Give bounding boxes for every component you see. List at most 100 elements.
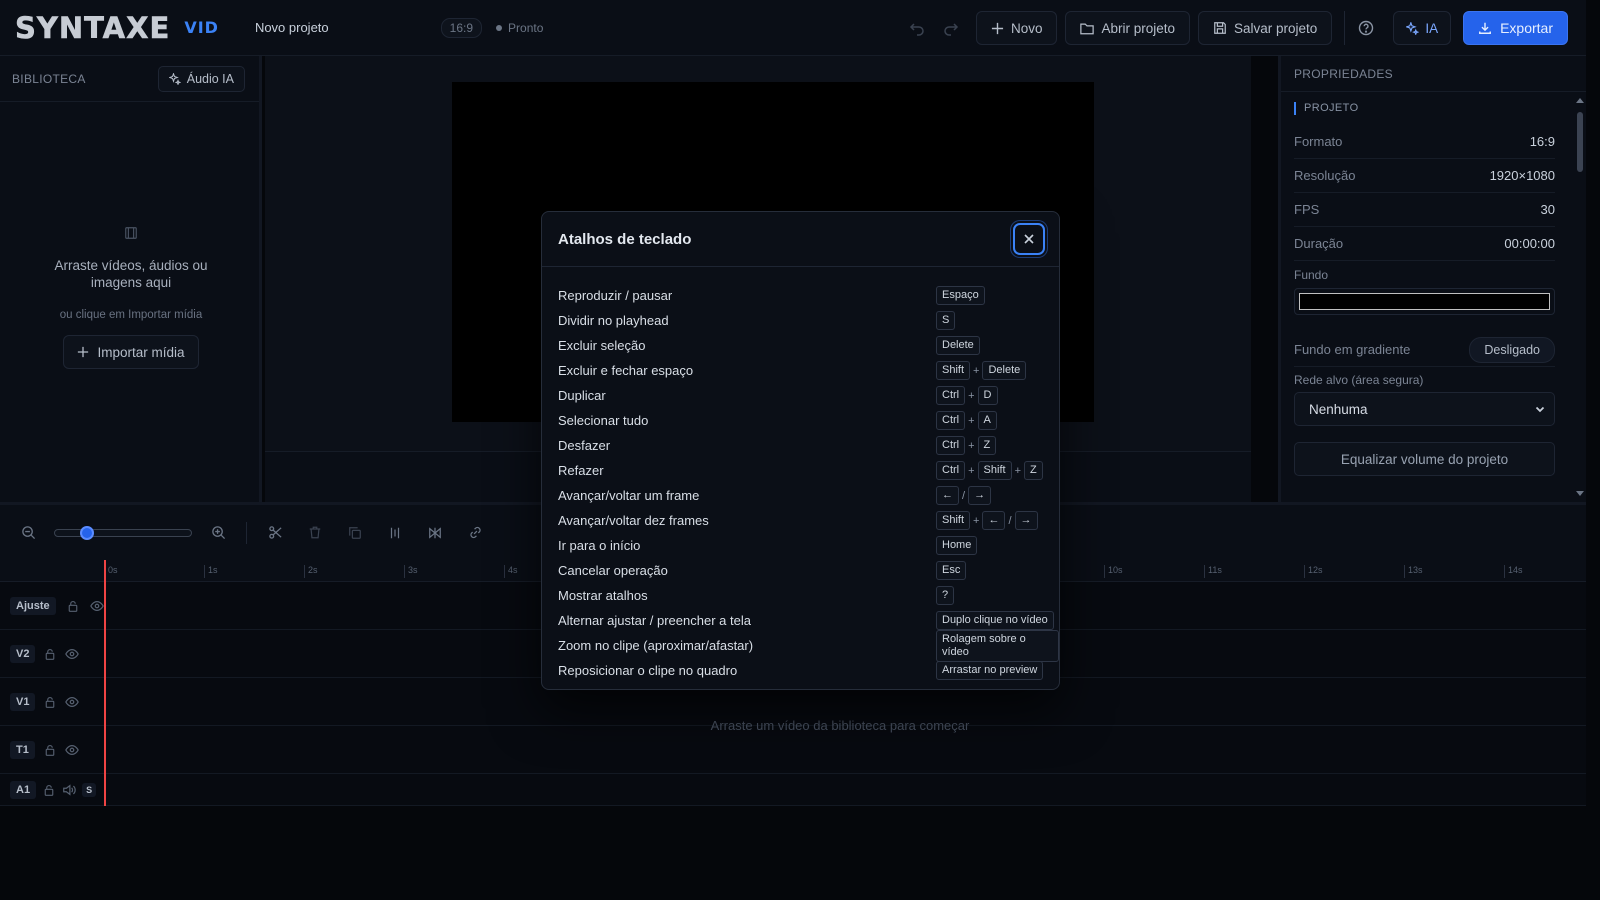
shortcut-keys: Shift + Delete	[936, 358, 1027, 383]
key-cap: →	[968, 486, 992, 505]
key-separator: +	[1014, 464, 1021, 477]
scroll-up-icon[interactable]	[1574, 96, 1586, 104]
project-name[interactable]: Novo projeto	[255, 20, 329, 35]
properties-scrollbar[interactable]	[1574, 96, 1586, 500]
eye-icon[interactable]	[89, 599, 104, 613]
speaker-icon[interactable]	[62, 783, 76, 797]
key-cap: Delete	[936, 336, 980, 355]
zoom-slider[interactable]	[54, 525, 192, 540]
app-window: SYNTAXE VID Novo projeto 16:9 Pronto Nov…	[0, 0, 1600, 900]
key-cap: Home	[936, 536, 978, 555]
lock-icon[interactable]	[43, 647, 57, 661]
shortcut-label: Reposicionar o clipe no quadro	[558, 663, 738, 678]
duplicate-button[interactable]	[335, 513, 375, 553]
shortcut-row: Avançar/voltar dez frames Shift + ← / →	[558, 508, 1059, 533]
shortcut-label: Avançar/voltar dez frames	[558, 513, 709, 528]
ruler-tick: 3s	[404, 565, 418, 578]
audio-ai-button[interactable]: Áudio IA	[157, 65, 245, 92]
cut-button[interactable]	[255, 513, 295, 553]
delete-button[interactable]	[295, 513, 335, 553]
help-icon	[1359, 20, 1374, 36]
shortcut-keys: Ctrl + D	[936, 383, 998, 408]
new-project-button[interactable]: Novo	[975, 11, 1058, 45]
lock-icon[interactable]	[66, 599, 80, 613]
media-drop-zone[interactable]: Arraste vídeos, áudios ou imagens aqui o…	[0, 226, 262, 369]
plus-icon	[991, 22, 1004, 34]
split-icon	[390, 527, 400, 538]
open-project-button[interactable]: Abrir projeto	[1065, 11, 1191, 45]
track-header: Ajuste	[0, 582, 104, 629]
properties-title: PROPRIEDADES	[1281, 56, 1586, 92]
undo-button[interactable]	[900, 11, 934, 45]
shortcut-label: Duplicar	[558, 388, 606, 403]
save-project-button[interactable]: Salvar projeto	[1198, 11, 1333, 45]
gradient-row: Fundo em gradiente Desligado	[1294, 333, 1555, 367]
eye-icon[interactable]	[65, 647, 80, 661]
shortcuts-dialog: Atalhos de teclado Reproduzir / pausar Es…	[541, 211, 1060, 690]
key-cap: Shift	[936, 361, 971, 380]
zoom-out-button[interactable]	[8, 513, 48, 553]
chevron-down-icon	[1535, 406, 1545, 413]
scrollbar-thumb[interactable]	[1577, 112, 1583, 172]
split-button[interactable]	[375, 513, 415, 553]
lock-icon[interactable]	[42, 783, 56, 797]
key-separator: +	[973, 364, 980, 377]
equalize-volume-button[interactable]: Equalizar volume do projeto	[1294, 442, 1555, 476]
help-button[interactable]	[1349, 11, 1383, 45]
shortcut-row: Reproduzir / pausar Espaço	[558, 283, 1059, 308]
shortcut-keys: Delete	[936, 333, 980, 358]
lock-icon[interactable]	[43, 695, 57, 709]
zoom-slider-thumb[interactable]	[80, 525, 94, 540]
close-button[interactable]	[1013, 223, 1045, 255]
playhead[interactable]	[104, 560, 106, 806]
key-cap: Z	[1024, 461, 1043, 480]
key-cap: →	[1014, 511, 1038, 530]
eye-icon[interactable]	[65, 695, 80, 709]
import-label: Importar mídia	[97, 344, 185, 360]
shortcut-label: Dividir no playhead	[558, 313, 669, 328]
timeline-track[interactable]: A1 S	[0, 774, 1586, 806]
link-button[interactable]	[455, 513, 495, 553]
shortcut-keys: Esc	[936, 558, 967, 583]
new-label: Novo	[1010, 20, 1043, 36]
shortcut-row: Dividir no playhead S	[558, 308, 1059, 333]
ruler-tick: 2s	[304, 565, 318, 578]
background-color-picker[interactable]	[1294, 288, 1555, 315]
property-row: FPS 30	[1294, 193, 1555, 227]
track-header: V2	[0, 630, 104, 677]
export-button[interactable]: Exportar	[1463, 11, 1568, 45]
app-logo: SYNTAXE	[15, 10, 171, 45]
track-header: A1 S	[0, 774, 104, 805]
property-value: 16:9	[1529, 134, 1555, 149]
ruler-tick: 1s	[204, 565, 218, 578]
trim-button[interactable]	[415, 513, 455, 553]
solo-toggle[interactable]: S	[82, 782, 97, 797]
shortcut-row: Avançar/voltar um frame ← / →	[558, 483, 1059, 508]
film-icon	[125, 227, 137, 239]
key-cap: Ctrl	[936, 461, 966, 480]
link-icon	[469, 526, 481, 539]
scroll-down-icon[interactable]	[1574, 490, 1586, 498]
eye-icon[interactable]	[65, 743, 79, 757]
shortcut-keys: ← / →	[936, 483, 992, 508]
key-separator: /	[962, 489, 966, 502]
lock-icon[interactable]	[43, 743, 57, 757]
ruler-tick: 11s	[1204, 565, 1222, 578]
track-name: V2	[10, 644, 36, 663]
key-cap: A	[977, 411, 997, 430]
status-dot	[496, 24, 503, 31]
shortcut-label: Cancelar operação	[558, 563, 668, 578]
timeline-track[interactable]: T1	[0, 726, 1586, 774]
toolbar-divider	[246, 521, 247, 544]
safe-area-select[interactable]: Nenhuma	[1294, 392, 1555, 426]
ai-button[interactable]: IA	[1393, 11, 1452, 45]
shortcut-keys: Shift + ← / →	[936, 508, 1038, 533]
shortcut-row: Refazer Ctrl + Shift + Z	[558, 458, 1059, 483]
ruler-tick: 0s	[104, 565, 118, 578]
gradient-toggle[interactable]: Desligado	[1469, 336, 1555, 363]
redo-button[interactable]	[934, 11, 968, 45]
import-media-button[interactable]: Importar mídia	[63, 335, 199, 369]
drop-line-2: imagens aqui	[90, 275, 172, 290]
zoom-in-button[interactable]	[198, 513, 238, 553]
shortcut-row: Cancelar operação Esc	[558, 558, 1059, 583]
